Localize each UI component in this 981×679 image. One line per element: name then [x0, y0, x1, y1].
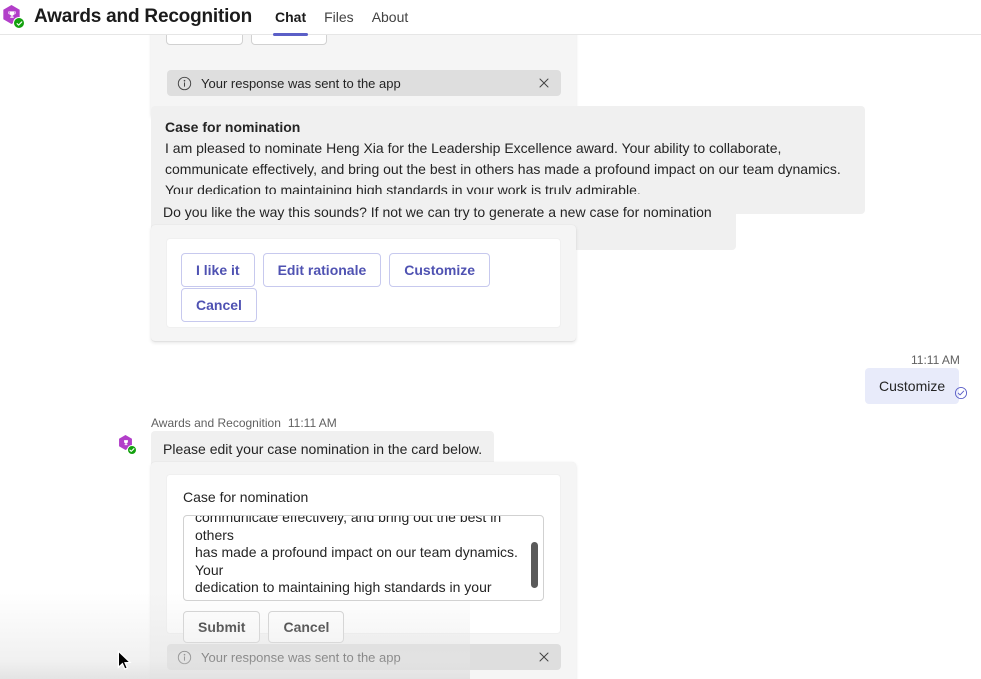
- app-header: Awards and Recognition Chat Files About: [0, 0, 981, 36]
- available-check-icon: [127, 445, 137, 455]
- available-check-icon: [13, 17, 25, 29]
- page-title: Awards and Recognition: [34, 6, 252, 27]
- bot-avatar: [118, 435, 138, 455]
- cancel-button-bottom[interactable]: Cancel: [268, 611, 345, 643]
- textarea-scrollbar-thumb[interactable]: [531, 542, 538, 588]
- cancel-button-top[interactable]: Cancel: [251, 35, 328, 45]
- previous-card-actions: Submit Cancel: [166, 35, 562, 45]
- bot-message-text: Please edit your case nomination in the …: [163, 441, 483, 457]
- cancel-button-choice[interactable]: Cancel: [181, 288, 257, 322]
- textarea-content: communicate effectively, and bring out t…: [195, 515, 518, 600]
- chat-scroll-area[interactable]: Submit Cancel Your response was sent to …: [0, 35, 981, 679]
- status-notification-top: Your response was sent to the app: [167, 70, 561, 96]
- case-nomination-textarea[interactable]: communicate effectively, and bring out t…: [183, 515, 544, 601]
- edit-rationale-button[interactable]: Edit rationale: [262, 253, 382, 287]
- notification-text-top: Your response was sent to the app: [201, 75, 401, 91]
- bot-message-meta: Awards and Recognition 11:11 AM: [151, 416, 337, 430]
- submit-button-bottom[interactable]: Submit: [183, 611, 261, 643]
- bot-message-timestamp: 11:11 AM: [287, 416, 337, 430]
- i-like-it-button[interactable]: I like it: [181, 253, 255, 287]
- avatar: [1, 4, 27, 30]
- user-message-bubble: Customize: [865, 368, 960, 404]
- choice-buttons-row-2: Cancel: [181, 288, 257, 322]
- edit-nomination-card: Case for nomination communicate effectiv…: [151, 462, 576, 679]
- close-x-icon-bottom[interactable]: [537, 650, 551, 664]
- bot-sender-name: Awards and Recognition: [151, 416, 281, 430]
- customize-button[interactable]: Customize: [389, 253, 491, 287]
- sent-check-icon: [954, 386, 968, 400]
- submit-button-top[interactable]: Submit: [166, 35, 244, 45]
- previous-edit-card: Submit Cancel Your response was sent to …: [151, 35, 576, 117]
- info-circle-icon: [177, 76, 192, 91]
- tab-chat[interactable]: Chat: [266, 0, 315, 36]
- choice-action-card: I like it Edit rationale Customize Cance…: [151, 225, 576, 341]
- user-message-timestamp: 11:11 AM: [911, 353, 960, 367]
- app-nav: Chat Files About: [266, 0, 418, 36]
- choice-buttons-row-1: I like it Edit rationale Customize: [181, 253, 491, 287]
- status-notification-bottom: Your response was sent to the app: [167, 644, 561, 670]
- nomination-card-body: I am pleased to nominate Heng Xia for th…: [165, 140, 841, 198]
- edit-field-label: Case for nomination: [183, 489, 309, 505]
- tab-about[interactable]: About: [363, 0, 418, 35]
- nomination-card-title: Case for nomination: [165, 119, 301, 135]
- edit-card-actions: Submit Cancel: [183, 611, 345, 643]
- user-message-text: Customize: [879, 378, 946, 394]
- tab-files[interactable]: Files: [315, 0, 363, 35]
- notification-text-bottom: Your response was sent to the app: [201, 649, 401, 665]
- info-circle-icon: [177, 650, 192, 665]
- close-x-icon-top[interactable]: [537, 76, 551, 90]
